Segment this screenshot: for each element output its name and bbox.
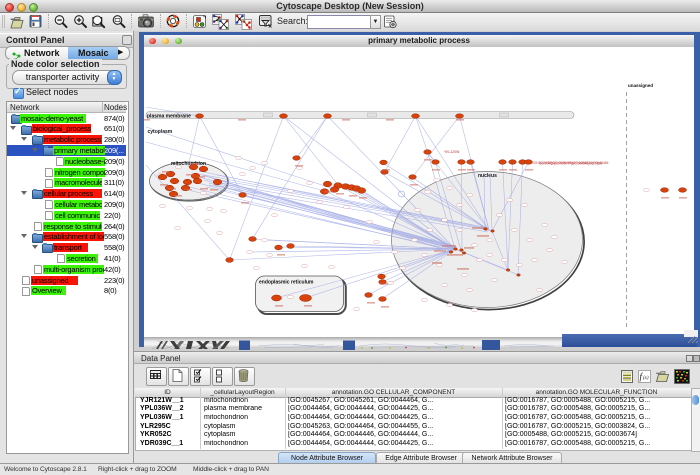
svg-text:GO:00468|GO:005777|GO:004546|G: GO:00468|GO:005777|GO:004546|GO:0888: [539, 162, 602, 166]
svg-text:cytoplasm: cytoplasm: [148, 129, 173, 135]
svg-text:endoplasmic reticulum: endoplasmic reticulum: [259, 280, 314, 286]
svg-text:YKL120W: YKL120W: [444, 150, 460, 154]
svg-text:(x): (x): [643, 376, 649, 381]
svg-text:nucleus: nucleus: [478, 173, 497, 179]
svg-text:plasma membrane: plasma membrane: [147, 114, 191, 120]
svg-text:unassigned: unassigned: [628, 83, 653, 88]
